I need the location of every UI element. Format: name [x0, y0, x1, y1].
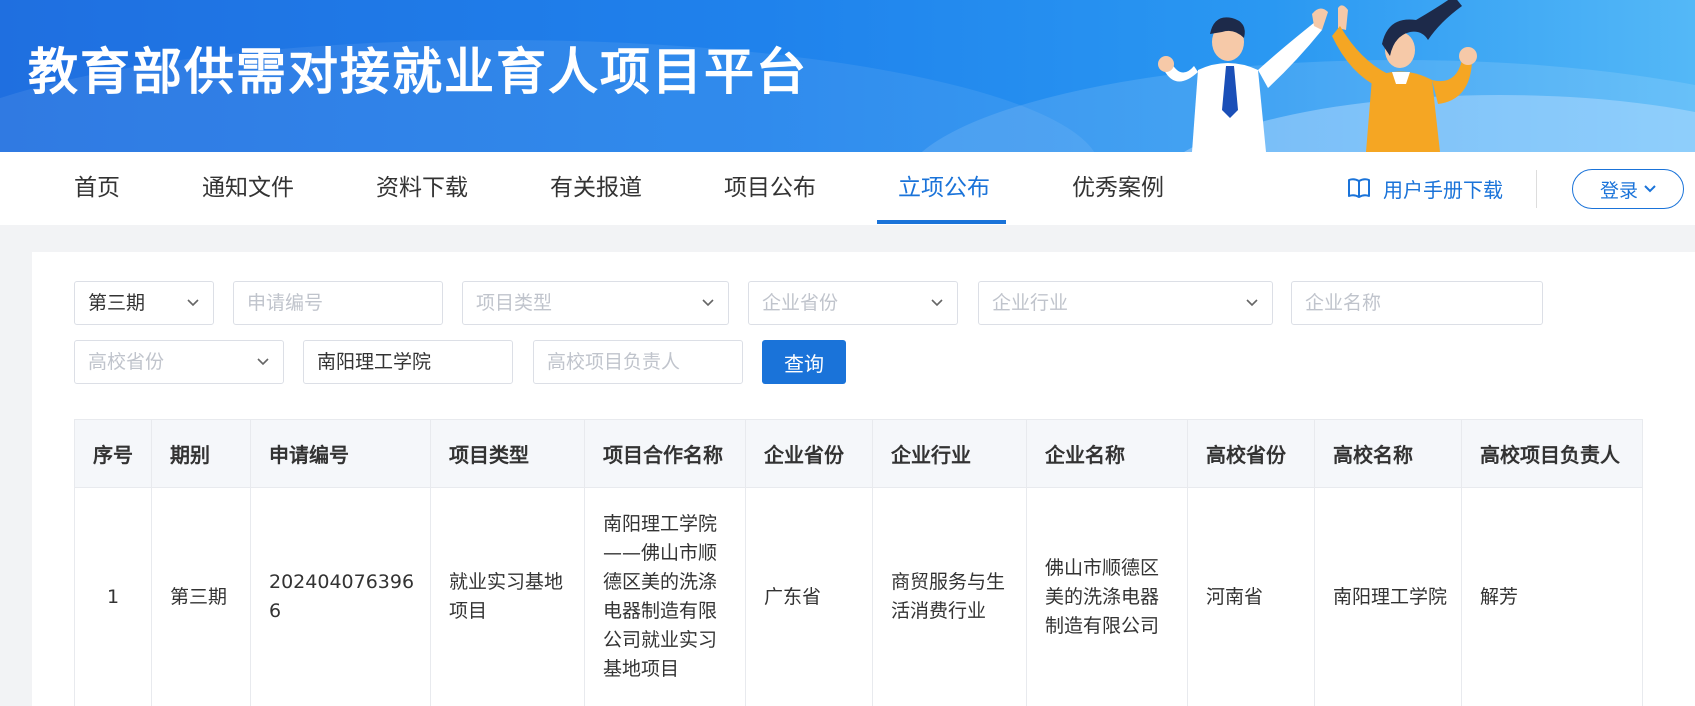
chevron-down-icon: [931, 299, 943, 307]
col-header-cooperation-name: 项目合作名称: [584, 419, 746, 488]
nav-downloads[interactable]: 资料下载: [376, 152, 468, 225]
university-province-select[interactable]: 高校省份: [74, 340, 284, 384]
book-icon: [1348, 178, 1370, 198]
cell-university-province: 河南省: [1187, 487, 1315, 706]
cell-application-number: 2024040763966: [250, 487, 431, 706]
enterprise-name-placeholder: 企业名称: [1305, 292, 1382, 314]
user-manual-label: 用户手册下载: [1383, 177, 1503, 202]
nav-divider: [1536, 170, 1537, 208]
cell-enterprise-name: 佛山市顺德区美的洗涤电器制造有限公司: [1026, 487, 1188, 706]
nav-home[interactable]: 首页: [74, 152, 120, 225]
enterprise-industry-placeholder: 企业行业: [992, 292, 1069, 314]
cell-period: 第三期: [151, 487, 251, 706]
nav-approval-announcements[interactable]: 立项公布: [898, 152, 990, 225]
cell-index: 1: [74, 487, 152, 706]
cell-enterprise-province: 广东省: [745, 487, 873, 706]
university-leader-input[interactable]: 高校项目负责人: [533, 340, 743, 384]
chevron-down-icon: [187, 299, 199, 307]
chevron-down-icon: [1246, 299, 1258, 307]
high-five-illustration: [1158, 0, 1477, 152]
project-type-placeholder: 项目类型: [476, 292, 553, 314]
cell-university-leader: 解芳: [1461, 487, 1643, 706]
col-header-index: 序号: [74, 419, 152, 488]
user-manual-download[interactable]: 用户手册下载: [1347, 172, 1503, 204]
project-type-select[interactable]: 项目类型: [462, 281, 729, 325]
university-province-placeholder: 高校省份: [88, 351, 165, 373]
col-header-application-number: 申请编号: [250, 419, 431, 488]
col-header-university-name: 高校名称: [1314, 419, 1462, 488]
university-name-value: 南阳理工学院: [317, 351, 432, 373]
cell-cooperation-name: 南阳理工学院——佛山市顺德区美的洗涤电器制造有限公司就业实习基地项目: [584, 487, 746, 706]
nav-reports[interactable]: 有关报道: [550, 152, 642, 225]
login-button[interactable]: 登录: [1572, 169, 1684, 209]
col-header-enterprise-industry: 企业行业: [872, 419, 1027, 488]
table-row: 1 第三期 2024040763966 就业实习基地项目 南阳理工学院——佛山市…: [74, 487, 1643, 706]
header-banner: 教育部供需对接就业育人项目平台: [0, 0, 1695, 152]
university-leader-placeholder: 高校项目负责人: [547, 351, 681, 373]
cell-project-type: 就业实习基地项目: [430, 487, 585, 706]
university-name-input[interactable]: 南阳理工学院: [303, 340, 513, 384]
enterprise-province-select[interactable]: 企业省份: [748, 281, 958, 325]
period-select[interactable]: 第三期: [74, 281, 214, 325]
main-nav: 首页 通知文件 资料下载 有关报道 项目公布 立项公布 优秀案例 用户手册下载 …: [0, 152, 1695, 225]
active-tab-indicator: [877, 220, 1006, 224]
site-title: 教育部供需对接就业育人项目平台: [28, 43, 808, 101]
nav-notices[interactable]: 通知文件: [202, 152, 294, 225]
enterprise-industry-select[interactable]: 企业行业: [978, 281, 1273, 325]
enterprise-name-input[interactable]: 企业名称: [1291, 281, 1543, 325]
results-table: 序号 期别 申请编号 项目类型 项目合作名称 企业省份 企业行业 企业名称 高校…: [74, 419, 1643, 706]
col-header-period: 期别: [151, 419, 251, 488]
nav-project-announcements[interactable]: 项目公布: [724, 152, 816, 225]
application-number-input[interactable]: 申请编号: [233, 281, 443, 325]
col-header-project-type: 项目类型: [430, 419, 585, 488]
period-value: 第三期: [88, 292, 146, 314]
nav-excellent-cases[interactable]: 优秀案例: [1072, 152, 1164, 225]
col-header-university-province: 高校省份: [1187, 419, 1315, 488]
cell-university-name: 南阳理工学院: [1314, 487, 1462, 706]
table-header-row: 序号 期别 申请编号 项目类型 项目合作名称 企业省份 企业行业 企业名称 高校…: [74, 419, 1643, 488]
cell-enterprise-industry: 商贸服务与生活消费行业: [872, 487, 1027, 706]
chevron-down-icon: [1644, 185, 1656, 193]
query-button[interactable]: 查询: [762, 340, 846, 384]
col-header-enterprise-province: 企业省份: [745, 419, 873, 488]
col-header-university-leader: 高校项目负责人: [1461, 419, 1643, 488]
application-number-placeholder: 申请编号: [247, 292, 324, 314]
enterprise-province-placeholder: 企业省份: [762, 292, 839, 314]
login-label: 登录: [1599, 179, 1638, 202]
chevron-down-icon: [702, 299, 714, 307]
chevron-down-icon: [257, 358, 269, 366]
col-header-enterprise-name: 企业名称: [1026, 419, 1188, 488]
